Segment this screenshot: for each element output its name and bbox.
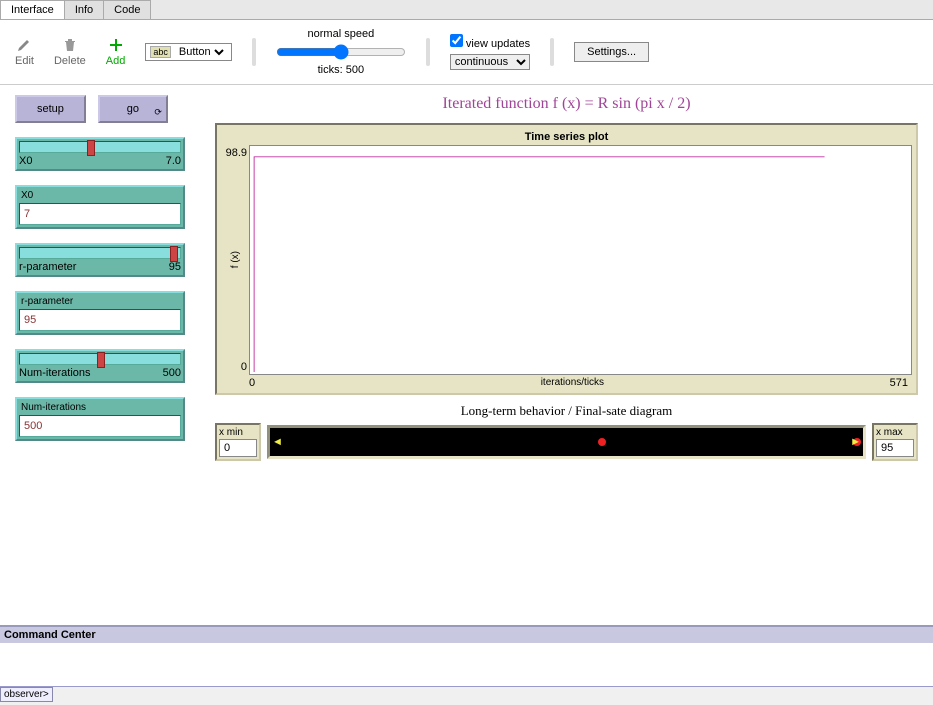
view-updates: view updates continuous: [450, 34, 530, 70]
element-type-selector[interactable]: abc Button: [145, 43, 232, 61]
edit-button[interactable]: Edit: [15, 37, 34, 67]
r-input[interactable]: r-parameter 95: [15, 291, 185, 335]
plot-xaxis: 0 iterations/ticks 571: [221, 375, 912, 389]
command-prompt[interactable]: observer>: [0, 687, 53, 702]
function-title: Iterated function f (x) = R sin (pi x / …: [215, 95, 918, 113]
speed-label: normal speed: [308, 28, 375, 40]
delete-label: Delete: [54, 55, 86, 67]
view-updates-checkbox-label[interactable]: view updates: [450, 34, 530, 50]
x0-slider[interactable]: X07.0: [15, 137, 185, 171]
xmax-box: x max 95: [872, 423, 918, 461]
abc-tag-icon: abc: [150, 46, 171, 58]
separator: [252, 38, 256, 66]
loop-icon: ⟳: [154, 107, 162, 118]
trash-icon: [62, 37, 78, 53]
num-iterations-input[interactable]: Num-iterations 500: [15, 397, 185, 441]
right-area: Iterated function f (x) = R sin (pi x / …: [215, 95, 918, 461]
ticks-label: ticks: 500: [318, 64, 364, 76]
element-type-dropdown[interactable]: Button: [175, 45, 227, 59]
command-center-header: Command Center: [0, 625, 933, 643]
view-updates-mode[interactable]: continuous: [450, 54, 530, 70]
tabs: Interface Info Code: [0, 0, 933, 20]
workspace: setup go⟳ X07.0 X0 7 r-parameter95 r-par…: [0, 85, 933, 625]
speed-section: normal speed ticks: 500: [276, 28, 406, 76]
tab-info[interactable]: Info: [64, 0, 104, 19]
slider-thumb[interactable]: [87, 140, 95, 156]
separator: [550, 38, 554, 66]
final-state-diagram: x min 0 ◄ ► x max 95: [215, 423, 918, 461]
add-label: Add: [106, 55, 126, 67]
add-button[interactable]: Add: [106, 37, 126, 67]
diagram-title: Long-term behavior / Final-sate diagram: [215, 403, 918, 419]
speed-slider[interactable]: [276, 44, 406, 60]
toolbar: Edit Delete Add abc Button normal speed …: [0, 20, 933, 85]
settings-button[interactable]: Settings...: [574, 42, 649, 62]
separator: [426, 38, 430, 66]
xmin-box: x min 0: [215, 423, 261, 461]
edit-label: Edit: [15, 55, 34, 67]
plus-icon: [108, 37, 124, 53]
plot-yaxis: 98.9 f (x) 0: [221, 145, 249, 375]
view-updates-checkbox[interactable]: [450, 34, 463, 47]
tab-code[interactable]: Code: [103, 0, 151, 19]
slider-thumb[interactable]: [97, 352, 105, 368]
arrow-left-icon: ◄: [272, 436, 283, 448]
left-controls: setup go⟳ X07.0 X0 7 r-parameter95 r-par…: [15, 95, 195, 461]
x0-input[interactable]: X0 7: [15, 185, 185, 229]
plot-header: Time series plot: [221, 129, 912, 145]
state-dot: [598, 438, 606, 446]
delete-button[interactable]: Delete: [54, 37, 86, 67]
pencil-icon: [16, 37, 32, 53]
slider-thumb[interactable]: [170, 246, 178, 262]
diagram-view: ◄ ►: [267, 425, 866, 459]
plot-canvas: [249, 145, 912, 375]
arrow-right-icon: ►: [850, 436, 861, 448]
num-iterations-slider[interactable]: Num-iterations500: [15, 349, 185, 383]
setup-button[interactable]: setup: [15, 95, 86, 123]
time-series-plot: Time series plot 98.9 f (x) 0 0 iteratio…: [215, 123, 918, 395]
r-slider[interactable]: r-parameter95: [15, 243, 185, 277]
command-center-output: [0, 643, 933, 687]
tab-interface[interactable]: Interface: [0, 0, 65, 19]
go-button[interactable]: go⟳: [98, 95, 168, 123]
